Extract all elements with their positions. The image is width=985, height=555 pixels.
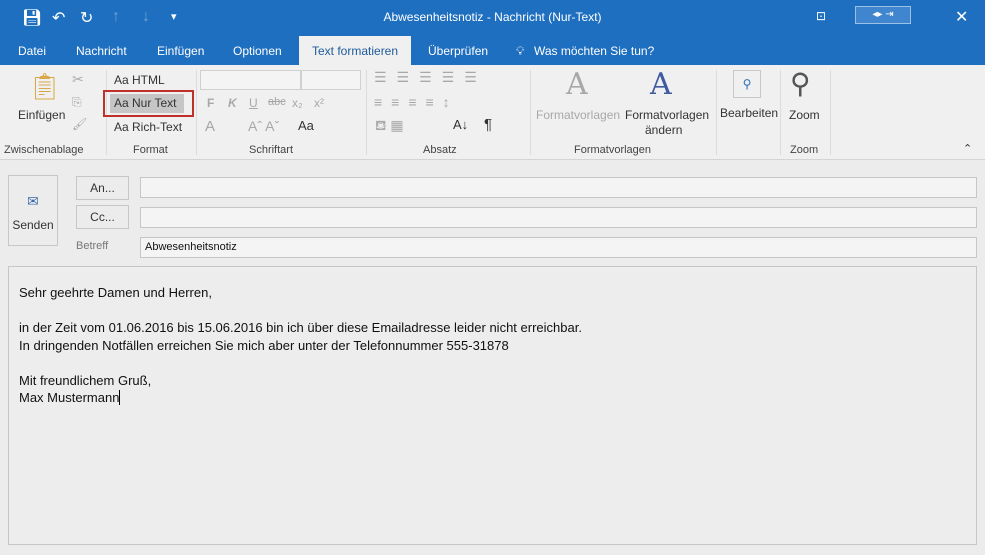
format-html[interactable]: Aa HTML (114, 73, 165, 87)
subject-input[interactable]: Abwesenheitsnotiz (140, 237, 977, 258)
search-icon[interactable]: ⚲ (733, 70, 761, 98)
group-label: Format (133, 144, 168, 156)
superscript-button[interactable]: x² (314, 96, 324, 110)
cc-input[interactable] (140, 207, 977, 228)
body-line: Mit freundlichem Gruß, (19, 372, 966, 390)
tab-einfuegen[interactable]: Einfügen (157, 44, 204, 58)
zoom-icon: ⚲ (790, 67, 811, 100)
restore-buttons[interactable]: ◂▸ ⇥ (855, 6, 911, 24)
collapse-ribbon-icon[interactable]: ⌃ (963, 142, 972, 155)
group-label: Formatvorlagen (574, 144, 651, 156)
body-line: Sehr geehrte Damen und Herren, (19, 284, 966, 302)
format-rich-text[interactable]: Aa Rich-Text (114, 120, 182, 134)
close-icon[interactable]: ✕ (955, 7, 968, 27)
title-bar: 💾︎ ↶ ↻ ↑ ↓ ▾ Abwesenheitsnotiz - Nachric… (0, 0, 985, 36)
change-styles-icon: A (650, 67, 672, 102)
tab-ueberpruefen[interactable]: Überprüfen (428, 44, 488, 58)
change-styles-button[interactable]: Formatvorlagen (625, 108, 709, 122)
envelope-icon: ✉ (9, 193, 57, 210)
change-case-button[interactable]: Aa (298, 118, 314, 133)
to-input[interactable] (140, 177, 977, 198)
tab-text-formatieren[interactable]: Text formatieren (299, 36, 411, 65)
sort-icon[interactable]: A↓ (453, 117, 468, 132)
message-body[interactable]: Sehr geehrte Damen und Herren, in der Ze… (8, 266, 977, 545)
to-button[interactable]: An... (76, 176, 129, 200)
bold-button[interactable]: F (207, 96, 214, 110)
font-size-select[interactable] (301, 70, 361, 90)
grow-font-icon[interactable]: Aˆ Aˇ (248, 118, 279, 134)
send-button[interactable]: ✉ Senden (8, 175, 58, 246)
editing-button[interactable]: Bearbeiten (720, 106, 778, 120)
send-label: Senden (9, 218, 57, 232)
underline-button[interactable]: U (249, 96, 258, 110)
format-plain-text[interactable]: Aa Nur Text (110, 94, 184, 113)
tell-me-input[interactable]: Was möchten Sie tun? (534, 44, 654, 58)
ribbon-display-icon[interactable]: ⊡ (816, 9, 826, 23)
tab-optionen[interactable]: Optionen (233, 44, 282, 58)
paste-icon: 📋︎ (28, 71, 61, 102)
window-title: Abwesenheitsnotiz - Nachricht (Nur-Text) (0, 10, 985, 24)
cc-button[interactable]: Cc... (76, 205, 129, 229)
tab-datei[interactable]: Datei (18, 44, 46, 58)
ribbon-tabs: Datei Nachricht Einfügen Optionen Text f… (0, 36, 985, 65)
group-label: Absatz (423, 144, 457, 156)
change-styles-label: ändern (645, 123, 682, 137)
copy-icon[interactable]: ⎘ (72, 95, 82, 110)
font-name-select[interactable] (200, 70, 301, 90)
lightbulb-icon: 💡︎ (516, 44, 524, 59)
shading-icon[interactable]: ⛾ ▦ (375, 117, 404, 136)
styles-icon: A (566, 67, 588, 102)
subject-label: Betreff (76, 240, 108, 252)
font-color-button[interactable]: A (205, 118, 215, 135)
group-label: Schriftart (249, 144, 293, 156)
paste-button[interactable]: Einfügen (18, 108, 65, 122)
group-label: Zwischenablage (4, 144, 84, 156)
strike-button[interactable]: abc (268, 96, 286, 108)
body-line (19, 354, 966, 372)
group-label: Zoom (790, 144, 818, 156)
zoom-button[interactable]: Zoom (789, 108, 820, 122)
ribbon: 📋︎ Einfügen ✂ ⎘ 🖌︎ Zwischenablage Aa HTM… (0, 65, 985, 160)
tab-nachricht[interactable]: Nachricht (76, 44, 127, 58)
styles-button[interactable]: Formatvorlagen (536, 108, 620, 122)
body-line: In dringenden Notfällen erreichen Sie mi… (19, 337, 966, 355)
align-icons[interactable]: ≡≡≡≡↕ (374, 94, 459, 110)
pilcrow-button[interactable]: ¶ (484, 116, 492, 133)
format-painter-icon[interactable]: 🖌︎ (72, 117, 87, 131)
list-icons[interactable]: ☰☰☰☰☰ (374, 69, 487, 86)
body-line (19, 302, 966, 320)
italic-button[interactable]: K (228, 96, 237, 110)
body-line: in der Zeit vom 01.06.2016 bis 15.06.201… (19, 319, 966, 337)
subscript-button[interactable]: x₂ (292, 96, 303, 110)
body-line: Max Mustermann (19, 390, 120, 405)
cut-icon[interactable]: ✂ (72, 71, 84, 88)
